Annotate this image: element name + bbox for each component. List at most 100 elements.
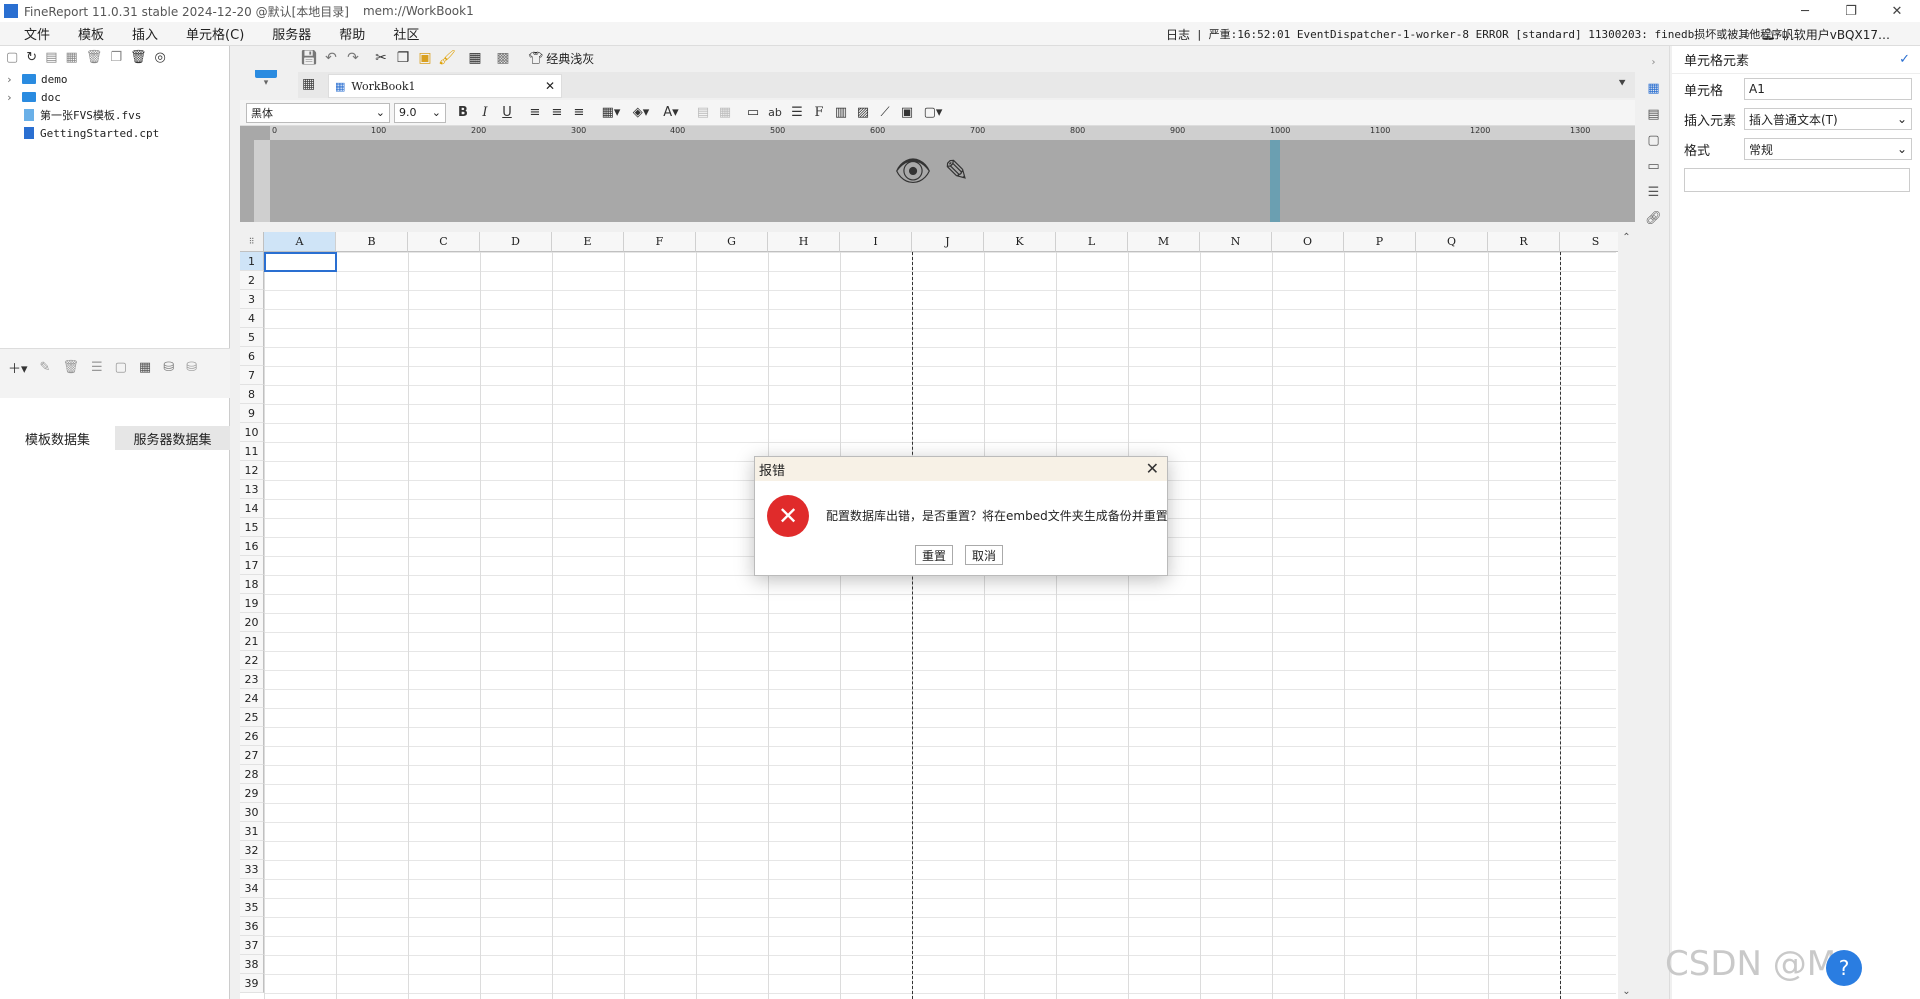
cut-icon[interactable]: ✂ [370,47,392,69]
delete-icon[interactable]: 🗑︎ [86,50,103,65]
chevron-right-icon[interactable]: › [1644,52,1664,72]
row-header[interactable]: 15 [240,518,264,537]
add-dataset-icon[interactable]: ＋▾ [8,358,28,377]
unmerge-icon[interactable]: ▦ [714,102,736,124]
image-icon[interactable]: ▨ [852,102,874,124]
column-header[interactable]: I [840,232,912,252]
tree-item-cpt[interactable]: GettingStarted.cpt [0,124,229,142]
row-header[interactable]: 12 [240,461,264,480]
scroll-down-icon[interactable]: ⌄ [1618,986,1635,997]
row-header[interactable]: 29 [240,784,264,803]
row-header[interactable]: 3 [240,290,264,309]
row-header[interactable]: 16 [240,537,264,556]
log-area[interactable]: 日志 | 严重:16:52:01 EventDispatcher-1-worke… [1166,22,1789,46]
undo-icon[interactable]: ↶ [320,47,342,69]
format-painter-icon[interactable]: 🖌︎ [436,47,458,69]
row-header[interactable]: 38 [240,955,264,974]
sheet-grid-icon[interactable]: ▦ [302,76,315,92]
tree-item-fvs[interactable]: 第一张FVS模板.fvs [0,106,229,124]
menu-cell[interactable]: 单元格(C) [172,24,258,43]
align-right-icon[interactable]: ≡ [568,102,590,124]
row-header[interactable]: 22 [240,651,264,670]
tree-item-demo[interactable]: › demo [0,70,229,88]
column-header[interactable]: O [1272,232,1344,252]
column-header[interactable]: N [1200,232,1272,252]
help-icon[interactable]: ? [1826,950,1862,986]
column-header[interactable]: D [480,232,552,252]
log-label[interactable]: 日志 [1166,26,1190,43]
column-header[interactable]: R [1488,232,1560,252]
chart-icon[interactable]: ▥ [830,102,852,124]
pencil-icon[interactable]: ✎ [944,154,969,189]
italic-icon[interactable]: I [474,102,496,124]
paste-icon[interactable]: ▣ [414,47,436,69]
cancel-button[interactable]: 取消 [965,545,1004,565]
column-header[interactable]: Q [1416,232,1488,252]
column-header[interactable]: E [552,232,624,252]
column-header[interactable]: G [696,232,768,252]
widget-settings-icon[interactable]: ▭ [1644,156,1664,176]
delete-dataset-icon[interactable]: 🗑︎ [62,360,79,375]
select-all-corner[interactable]: ⠿ [240,232,264,252]
edit-icon[interactable]: ✎ [40,360,51,375]
row-header[interactable]: 1 [240,252,264,271]
column-header[interactable]: C [408,232,480,252]
column-header[interactable]: F [624,232,696,252]
row-header[interactable]: 9 [240,404,264,423]
open-icon[interactable]: ▤ [45,50,57,65]
row-header[interactable]: 31 [240,822,264,841]
row-header[interactable]: 21 [240,632,264,651]
maximize-icon[interactable]: ❐ [1828,0,1874,22]
row-header[interactable]: 4 [240,309,264,328]
database-icon[interactable]: ☰ [91,360,103,375]
insert-element-select[interactable]: 插入普通文本(T) ⌄ [1744,108,1912,130]
trash-icon[interactable]: 🗑︎ [130,50,147,65]
close-window-icon[interactable]: ✕ [1874,0,1920,22]
bold-icon[interactable]: B [452,102,474,124]
font-color-icon[interactable]: A▾ [656,102,686,124]
cell-field[interactable]: A1 [1744,78,1912,100]
row-header[interactable]: 18 [240,575,264,594]
tab-workbook1[interactable]: ▦ WorkBook1 ✕ [328,74,562,98]
copy-icon[interactable]: ❐ [392,47,414,69]
table-icon[interactable]: ▦ [139,360,151,375]
column-header[interactable]: B [336,232,408,252]
column-header[interactable]: K [984,232,1056,252]
slash-icon[interactable]: ⟋ [874,102,896,124]
row-header[interactable]: 23 [240,670,264,689]
pin-icon[interactable]: ✓ [1899,52,1910,67]
formula-icon[interactable]: F [808,102,830,124]
preview-icon[interactable]: ▦ [464,47,486,69]
row-header[interactable]: 24 [240,689,264,708]
row-header[interactable]: 32 [240,841,264,860]
tree-item-doc[interactable]: › doc [0,88,229,106]
chevron-right-icon[interactable]: › [0,73,14,86]
row-header[interactable]: 28 [240,765,264,784]
new-folder-icon[interactable]: ▢ [6,50,18,65]
tab-menu-icon[interactable]: ⯆ [1617,76,1627,91]
align-left-icon[interactable]: ≡ [524,102,546,124]
font-family-select[interactable]: 黑体 ⌄ [246,102,390,123]
row-header[interactable]: 34 [240,879,264,898]
format-select[interactable]: 常规 ⌄ [1744,138,1912,160]
row-header[interactable]: 5 [240,328,264,347]
subreport-icon[interactable]: ▣ [896,102,918,124]
column-header[interactable]: J [912,232,984,252]
vertical-scrollbar[interactable]: ⌃ ⌄ [1618,232,1635,999]
column-header[interactable]: M [1128,232,1200,252]
cell-content-input[interactable] [1684,168,1910,192]
column-header[interactable]: L [1056,232,1128,252]
menu-file[interactable]: 文件 [10,24,64,43]
classic-theme-button[interactable]: 👕︎ 经典浅灰 [528,50,594,67]
menu-insert[interactable]: 插入 [118,24,172,43]
close-icon[interactable]: ✕ [1146,459,1159,478]
cell-attribute-icon[interactable]: ▤ [1644,104,1664,124]
font-size-select[interactable]: 9.0 ⌄ [394,102,446,123]
row-header[interactable]: 25 [240,708,264,727]
redo-icon[interactable]: ↷ [342,47,364,69]
row-header[interactable]: 11 [240,442,264,461]
row-header[interactable]: 8 [240,385,264,404]
insert-richtext-icon[interactable]: ab [764,102,786,124]
scroll-up-icon[interactable]: ⌃ [1618,232,1635,243]
row-header[interactable]: 27 [240,746,264,765]
